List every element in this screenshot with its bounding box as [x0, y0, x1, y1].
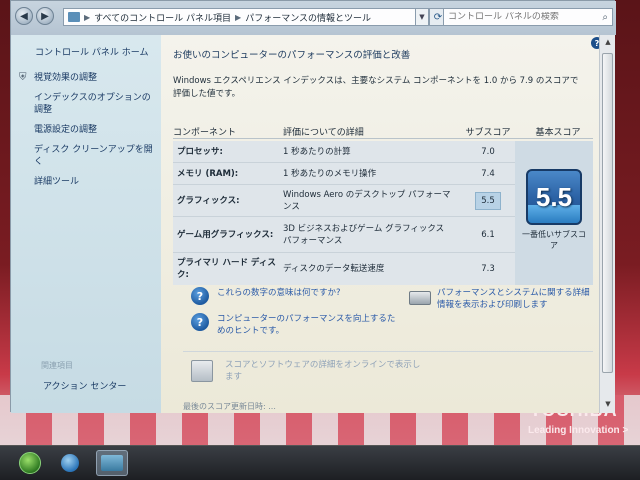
- search-box[interactable]: ⌕: [443, 8, 613, 26]
- taskbar: [0, 445, 640, 480]
- column-header-details: 評価についての詳細: [283, 128, 364, 138]
- start-button[interactable]: [14, 450, 46, 476]
- question-icon: ?: [191, 287, 209, 305]
- control-panel-icon: [68, 12, 80, 22]
- forward-button[interactable]: ▶: [36, 7, 54, 25]
- chevron-right-icon: ▶: [84, 12, 91, 22]
- intro-text: Windows エクスペリエンス インデックスは、主要なシステム コンポーネント…: [173, 76, 579, 99]
- base-score-caption: 一番低いサブスコア: [522, 230, 586, 250]
- base-score-value: 5.5: [535, 181, 573, 212]
- software-box-icon: [191, 359, 213, 382]
- taskbar-item-control-panel[interactable]: [96, 450, 128, 476]
- task-advanced-tools[interactable]: 詳細ツール: [19, 176, 161, 188]
- shield-icon: ⛨: [19, 72, 27, 83]
- tips-link[interactable]: コンピューターのパフォーマンスを向上するためのヒントです。: [217, 313, 397, 337]
- help-links: ? これらの数字の意味は何ですか? ? コンピューターのパフォーマンスを向上する…: [191, 287, 591, 345]
- task-power-settings[interactable]: 電源設定の調整: [19, 124, 161, 136]
- score-table: コンポーネント 評価についての詳細 サブスコア 基本スコア プロセッサ: 1 秒…: [173, 125, 593, 285]
- question-icon: ?: [191, 313, 209, 331]
- action-center-link[interactable]: アクション センター: [43, 379, 126, 392]
- printer-icon: [409, 291, 431, 305]
- search-icon[interactable]: ⌕: [602, 12, 608, 23]
- help-icon[interactable]: ?: [591, 37, 599, 49]
- scroll-down-icon[interactable]: ▼: [600, 397, 616, 411]
- score-rows: プロセッサ: 1 秒あたりの計算 7.0 メモリ (RAM): 1 秒あたりのメ…: [173, 141, 593, 285]
- page-title: お使いのコンピューターのパフォーマンスの評価と改善: [173, 50, 411, 61]
- see-also-heading: 関連項目: [41, 361, 73, 370]
- start-orb-icon: [19, 452, 41, 474]
- task-visual-effects[interactable]: ⛨ 視覚効果の調整: [19, 72, 161, 84]
- task-disk-cleanup[interactable]: ディスク クリーンアップを開く: [19, 144, 161, 168]
- print-details-link[interactable]: パフォーマンスとシステムに関する詳細情報を表示および印刷します: [409, 287, 597, 311]
- column-header-base-score: 基本スコア: [535, 128, 581, 138]
- meaning-link[interactable]: これらの数字の意味は何ですか?: [217, 287, 397, 299]
- control-panel-home-link[interactable]: コントロール パネル ホーム: [35, 45, 161, 58]
- column-header-component: コンポーネント: [173, 128, 237, 138]
- lowest-subscore-highlight: 5.5: [475, 191, 501, 210]
- online-details-box[interactable]: スコアとソフトウェアの詳細をオンラインで表示します: [183, 351, 593, 389]
- chevron-right-icon: ▶: [235, 12, 242, 22]
- search-input[interactable]: [448, 12, 588, 22]
- online-details-link[interactable]: スコアとソフトウェアの詳細をオンラインで表示します: [225, 359, 425, 383]
- internet-explorer-icon: [61, 454, 79, 472]
- list-item[interactable]: ? コンピューターのパフォーマンスを向上するためのヒントです。: [191, 313, 591, 337]
- address-bar: ◀ ▶ ▶ すべてのコントロール パネル項目 ▶ パフォーマンスの情報とツール …: [11, 1, 616, 35]
- taskbar-item-ie[interactable]: [54, 450, 86, 476]
- table-header: コンポーネント 評価についての詳細 サブスコア 基本スコア: [173, 125, 593, 139]
- column-header-subscore: サブスコア: [465, 128, 511, 138]
- vertical-scrollbar[interactable]: ▲ ▼: [599, 35, 615, 413]
- base-score-column: 5.5 一番低いサブスコア: [515, 141, 593, 285]
- address-dropdown-button[interactable]: ▼: [415, 8, 429, 26]
- back-button[interactable]: ◀: [15, 7, 33, 25]
- scrollbar-thumb[interactable]: [602, 53, 613, 373]
- breadcrumb[interactable]: ▶ すべてのコントロール パネル項目 ▶ パフォーマンスの情報とツール: [63, 8, 418, 26]
- brand-tagline: Leading Innovation >: [528, 425, 629, 436]
- breadcrumb-item-all[interactable]: すべてのコントロール パネル項目: [94, 11, 231, 24]
- control-panel-window: ◀ ▶ ▶ すべてのコントロール パネル項目 ▶ パフォーマンスの情報とツール …: [10, 0, 616, 413]
- scroll-up-icon[interactable]: ▲: [600, 35, 616, 49]
- base-score-badge: 5.5: [526, 169, 582, 225]
- control-panel-icon: [101, 455, 123, 471]
- task-indexing-options[interactable]: インデックスのオプションの調整: [19, 92, 161, 116]
- breadcrumb-item-performance[interactable]: パフォーマンスの情報とツール: [245, 11, 371, 24]
- left-pane: コントロール パネル ホーム ⛨ 視覚効果の調整 インデックスのオプションの調整…: [11, 35, 161, 413]
- last-update-text: 最後のスコア更新日時: ...: [183, 402, 276, 411]
- main-content: ? お使いのコンピューターのパフォーマンスの評価と改善 Windows エクスペ…: [161, 35, 599, 413]
